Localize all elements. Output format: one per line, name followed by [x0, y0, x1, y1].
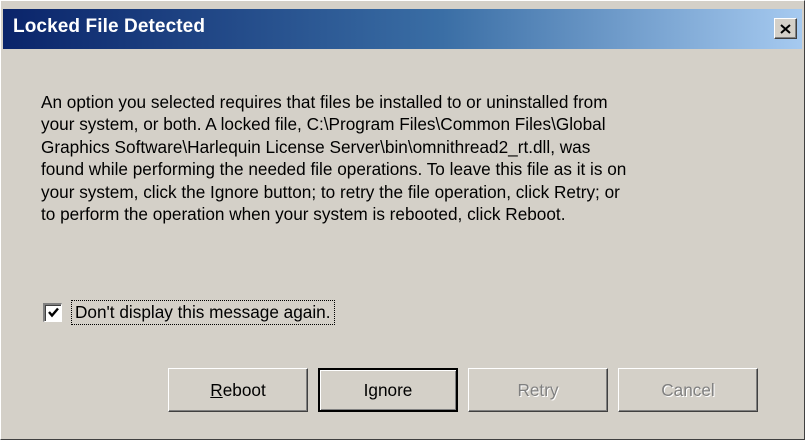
- ignore-label: Ignore: [363, 379, 413, 400]
- retry-label: Retry: [517, 379, 559, 400]
- message-line: to perform the operation when your syste…: [41, 204, 566, 225]
- cancel-button[interactable]: Cancel: [618, 368, 758, 412]
- reboot-label: eboot: [222, 379, 266, 400]
- reboot-mnemonic: R: [210, 379, 223, 400]
- retry-button[interactable]: Retry: [468, 368, 608, 412]
- locked-file-dialog: Locked File Detected An option you selec…: [0, 0, 805, 440]
- close-button[interactable]: [774, 18, 797, 39]
- message-text: An option you selected requires that fil…: [41, 91, 776, 225]
- message-line: An option you selected requires that fil…: [41, 92, 608, 112]
- dont-display-again-label[interactable]: Don't display this message again.: [71, 299, 335, 325]
- message-line: Graphics Software\Harlequin License Serv…: [41, 136, 591, 157]
- ignore-button[interactable]: Ignore: [318, 368, 458, 412]
- message-line: your system, or both. A locked file, C:\…: [41, 114, 606, 135]
- message-line: found while performing the needed file o…: [41, 159, 627, 180]
- window-title: Locked File Detected: [13, 16, 206, 37]
- message-line: your system, click the Ignore button; to…: [41, 181, 620, 202]
- reboot-button[interactable]: Reboot: [168, 368, 308, 412]
- dont-display-again-checkbox[interactable]: [43, 302, 62, 322]
- title-bar[interactable]: Locked File Detected: [3, 9, 802, 49]
- close-icon: [780, 23, 791, 34]
- dont-display-again-option[interactable]: Don't display this message again.: [43, 299, 335, 325]
- cancel-label: Cancel: [661, 379, 715, 400]
- checkmark-icon: [47, 307, 59, 318]
